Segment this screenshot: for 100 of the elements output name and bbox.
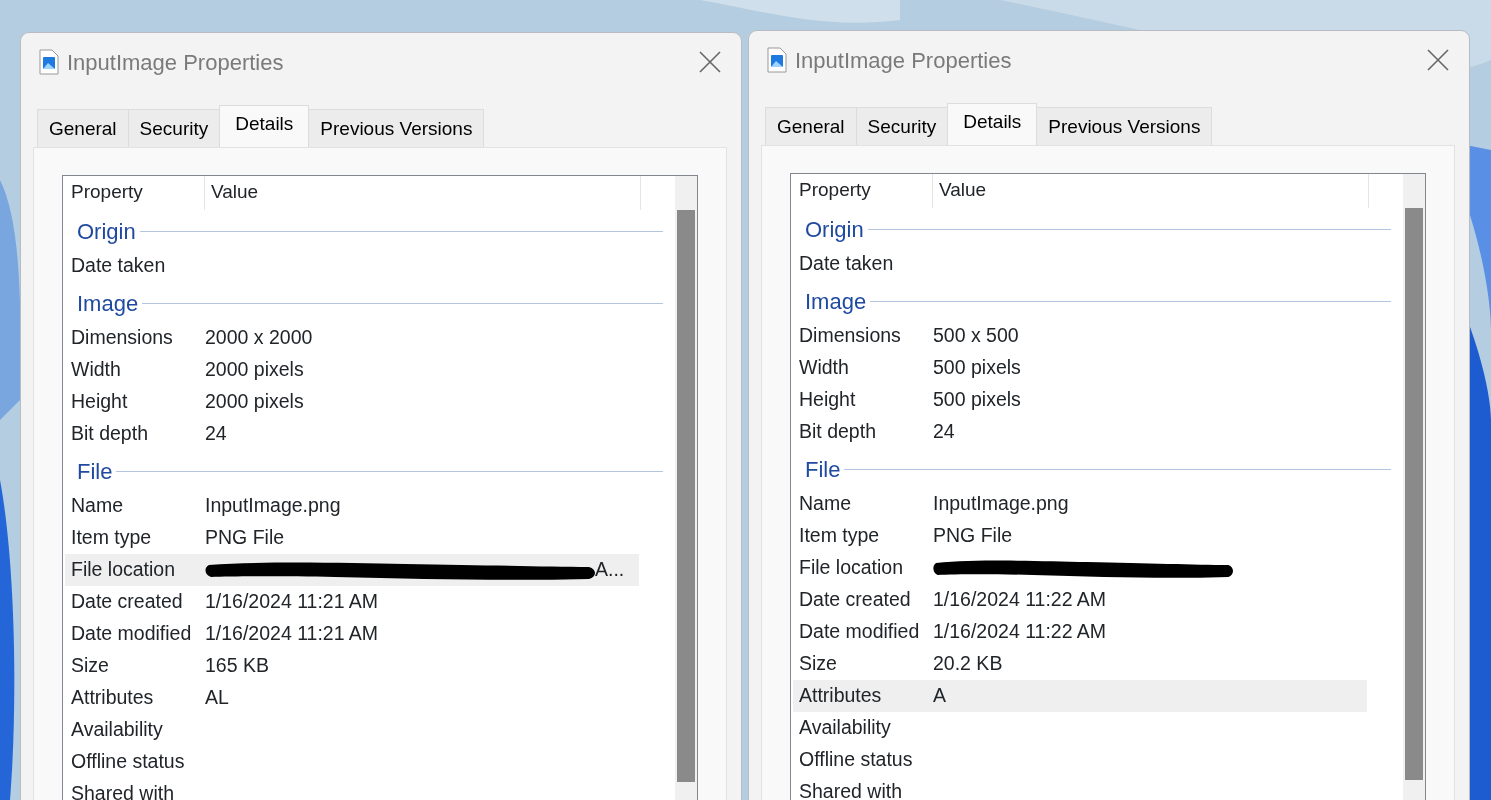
group-heading: Image [77, 290, 139, 318]
list-row[interactable]: Date modified 1/16/2024 11:21 AM [65, 617, 639, 650]
list-row[interactable]: Date taken [65, 249, 639, 282]
list-row[interactable]: Width 2000 pixels [65, 353, 639, 386]
property-name: Attributes [798, 682, 883, 708]
property-value: 24 [205, 420, 227, 446]
property-name: File location [798, 554, 905, 580]
list-row[interactable]: Shared with [65, 777, 639, 800]
property-name: Date created [798, 586, 912, 612]
property-value: 1/16/2024 11:21 AM [205, 620, 379, 646]
list-row[interactable]: Height 500 pixels [793, 383, 1367, 416]
tab[interactable]: Previous Versions [1036, 107, 1213, 145]
property-name: Height [70, 388, 129, 414]
tab[interactable]: General [765, 107, 857, 145]
scroll-thumb[interactable] [1405, 207, 1423, 780]
selected-row[interactable]: Attributes A [793, 679, 1367, 712]
list-row[interactable]: Size 20.2 KB [793, 647, 1367, 680]
scrollbar[interactable] [675, 175, 697, 800]
close-icon [699, 51, 721, 73]
property-value: 1/16/2024 11:22 AM [933, 586, 1107, 612]
scrollbar[interactable] [1403, 173, 1425, 800]
tab[interactable]: Security [127, 109, 221, 147]
property-value: 500 pixels [933, 354, 1021, 380]
property-name: Dimensions [70, 324, 174, 350]
scroll-thumb[interactable] [677, 209, 695, 782]
window-title: InputImage Properties [67, 48, 285, 77]
list-row[interactable]: Width 500 pixels [793, 351, 1367, 384]
property-name: Availability [70, 716, 164, 742]
property-name: Width [798, 354, 850, 380]
property-value: A... [595, 556, 625, 582]
group-heading: File [805, 456, 841, 484]
list-row[interactable]: Item type PNG File [65, 521, 639, 554]
property-name: Date modified [798, 618, 921, 644]
list-row[interactable]: Dimensions 500 x 500 [793, 319, 1367, 352]
window-title: InputImage Properties [795, 46, 1013, 75]
property-name: Date taken [70, 252, 167, 278]
property-value: 24 [933, 418, 955, 444]
tab[interactable]: Previous Versions [308, 109, 485, 147]
list-row[interactable]: Date created 1/16/2024 11:22 AM [793, 583, 1367, 616]
list-row[interactable]: Height 2000 pixels [65, 385, 639, 418]
group-heading: Origin [77, 218, 136, 246]
tab[interactable]: Details [947, 103, 1038, 145]
list-row[interactable]: Date taken [793, 247, 1367, 280]
property-name: Availability [798, 714, 892, 740]
list-row[interactable]: File location [793, 551, 1367, 584]
property-name: Item type [798, 522, 881, 548]
list-row[interactable]: Name InputImage.png [65, 489, 639, 522]
property-value: PNG File [933, 522, 1013, 548]
property-value: InputImage.png [933, 490, 1069, 516]
property-name: Shared with [798, 778, 903, 800]
property-name: Size [70, 652, 110, 678]
property-name: Width [70, 356, 122, 382]
column-header[interactable]: Value [205, 175, 641, 210]
property-value: PNG File [205, 524, 285, 550]
property-name: Name [798, 490, 853, 516]
property-name: Bit depth [70, 420, 149, 446]
property-name: Name [70, 492, 125, 518]
tab[interactable]: Security [855, 107, 949, 145]
group-heading: Image [805, 288, 867, 316]
list-row[interactable]: Dimensions 2000 x 2000 [65, 321, 639, 354]
image-file-icon [767, 47, 787, 73]
property-name: Item type [70, 524, 153, 550]
list-row[interactable]: Size 165 KB [65, 649, 639, 682]
list-row[interactable]: Bit depth 24 [793, 415, 1367, 448]
property-value: 2000 pixels [205, 388, 304, 414]
list-row[interactable]: Availability [65, 713, 639, 746]
property-name: Attributes [70, 684, 155, 710]
tab[interactable]: General [37, 109, 129, 147]
list-row[interactable]: Date created 1/16/2024 11:21 AM [65, 585, 639, 618]
list-row[interactable]: Date modified 1/16/2024 11:22 AM [793, 615, 1367, 648]
property-value: 500 x 500 [933, 322, 1019, 348]
group-heading: File [77, 458, 113, 486]
property-name: Date modified [70, 620, 193, 646]
column-header[interactable]: Property [793, 173, 933, 208]
tab[interactable]: Details [219, 105, 310, 147]
property-value: A [933, 682, 946, 708]
image-file-icon [39, 49, 59, 75]
list-row[interactable]: Attributes AL [65, 681, 639, 714]
property-value: 1/16/2024 11:22 AM [933, 618, 1107, 644]
property-name: Shared with [70, 780, 175, 800]
property-value: 500 pixels [933, 386, 1021, 412]
property-name: Offline status [798, 746, 914, 772]
property-value: 165 KB [205, 652, 269, 678]
selected-row[interactable]: File location A... [65, 553, 639, 586]
list-row[interactable]: Offline status [793, 743, 1367, 776]
list-row[interactable]: Offline status [65, 745, 639, 778]
property-name: Bit depth [798, 418, 877, 444]
property-name: File location [70, 556, 177, 582]
list-row[interactable]: Name InputImage.png [793, 487, 1367, 520]
column-header[interactable]: Value [933, 173, 1369, 208]
list-row[interactable]: Availability [793, 711, 1367, 744]
property-value: 20.2 KB [933, 650, 1003, 676]
list-row[interactable]: Shared with [793, 775, 1367, 800]
group-heading: Origin [805, 216, 864, 244]
property-value: 1/16/2024 11:21 AM [205, 588, 379, 614]
column-header[interactable]: Property [65, 175, 205, 210]
close-icon [1427, 49, 1449, 71]
property-name: Height [798, 386, 857, 412]
list-row[interactable]: Bit depth 24 [65, 417, 639, 450]
list-row[interactable]: Item type PNG File [793, 519, 1367, 552]
